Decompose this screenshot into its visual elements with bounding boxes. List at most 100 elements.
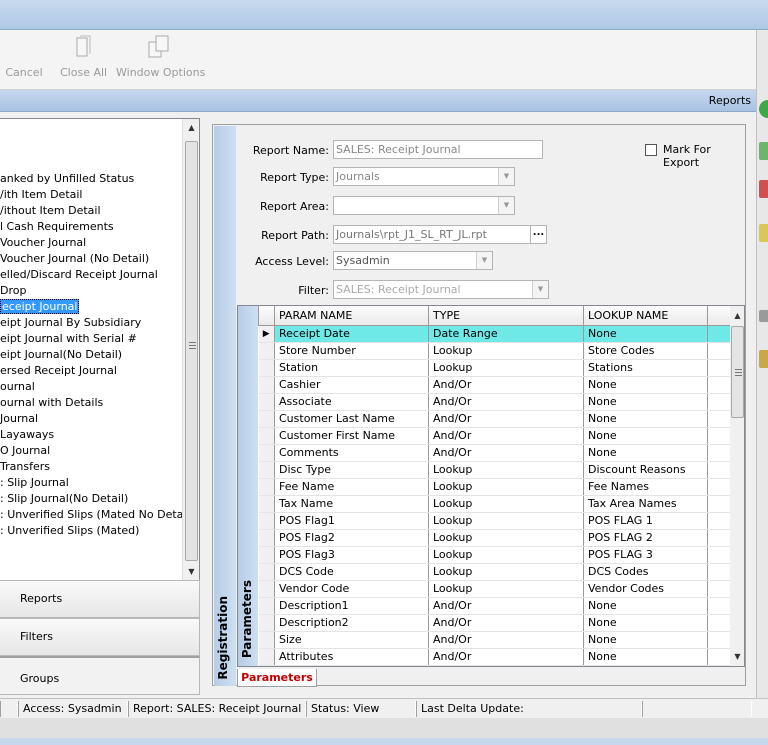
tree-item[interactable]: elled/Discard Receipt Journal [0,267,158,283]
filter-select[interactable]: SALES: Receipt Journal ▼ [333,280,549,299]
cell-param-name[interactable]: POS Flag1 [274,512,429,530]
cell-param-name[interactable]: Size [274,631,429,649]
cell-lookup-name[interactable]: None [583,648,708,666]
table-row[interactable]: Customer Last Name And/Or None [258,410,733,428]
green-circle-icon[interactable] [759,100,768,118]
table-row[interactable]: Vendor Code Lookup Vendor Codes [258,580,733,598]
report-type-select[interactable]: Journals ▼ [333,167,515,186]
row-indicator[interactable] [258,478,275,496]
row-indicator[interactable] [258,546,275,564]
row-indicator[interactable] [258,427,275,445]
cell-param-name[interactable]: Receipt Date [274,325,429,343]
tree-item[interactable]: Transfers [0,459,50,475]
tree-item[interactable]: : Slip Journal(No Detail) [0,491,128,507]
key-icon[interactable] [759,350,768,368]
scrollbar-thumb[interactable] [731,326,744,418]
tree-item[interactable]: ournal [0,379,35,395]
cell-lookup-name[interactable]: Fee Names [583,478,708,496]
cell-param-name[interactable]: Attributes [274,648,429,666]
parameters-grid[interactable]: Parameters PARAM NAME TYPE LOOKUP NAME ▶… [237,305,745,667]
cell-type[interactable]: Lookup [428,546,584,564]
tree-item[interactable]: O Journal [0,443,50,459]
cell-param-name[interactable]: Store Number [274,342,429,360]
table-row[interactable]: Customer First Name And/Or None [258,427,733,445]
cell-lookup-name[interactable]: None [583,444,708,462]
scrollbar-thumb[interactable] [185,141,198,561]
nav-reports-button[interactable]: Reports [0,580,200,618]
cell-param-name[interactable]: Tax Name [274,495,429,513]
cell-param-name[interactable]: POS Flag3 [274,546,429,564]
row-indicator[interactable] [258,359,275,377]
report-area-select[interactable]: ▼ [333,196,515,215]
row-indicator[interactable] [258,512,275,530]
tree-item[interactable]: Layaways [0,427,54,443]
nav-groups-button[interactable]: Groups [0,656,200,695]
table-row[interactable]: Cashier And/Or None [258,376,733,394]
table-row[interactable]: ▶ Receipt Date Date Range None [258,325,733,343]
tree-item[interactable]: : Unverified Slips (Mated) [0,523,139,539]
tree-scrollbar[interactable]: ▲ ▼ [182,119,199,581]
cell-param-name[interactable]: Station [274,359,429,377]
table-row[interactable]: Store Number Lookup Store Codes [258,342,733,360]
cell-param-name[interactable]: Customer First Name [274,427,429,445]
row-indicator[interactable] [258,563,275,581]
scroll-up-icon[interactable]: ▲ [187,123,196,132]
table-row[interactable]: Description2 And/Or None [258,614,733,632]
cell-type[interactable]: And/Or [428,648,584,666]
tree-item[interactable]: : Unverified Slips (Mated No Detail) [0,507,194,523]
tree-item[interactable]: eipt Journal By Subsidiary [0,315,141,331]
table-row[interactable]: Attributes And/Or None [258,648,733,666]
cell-lookup-name[interactable]: None [583,376,708,394]
table-row[interactable]: Fee Name Lookup Fee Names [258,478,733,496]
table-row[interactable]: DCS Code Lookup DCS Codes [258,563,733,581]
cell-lookup-name[interactable]: Store Codes [583,342,708,360]
table-row[interactable]: Description1 And/Or None [258,597,733,615]
table-row[interactable]: POS Flag2 Lookup POS FLAG 2 [258,529,733,547]
cell-param-name[interactable]: POS Flag2 [274,529,429,547]
cell-type[interactable]: And/Or [428,631,584,649]
table-row[interactable]: Tax Name Lookup Tax Area Names [258,495,733,513]
row-indicator[interactable] [258,342,275,360]
cell-lookup-name[interactable]: None [583,410,708,428]
cell-type[interactable]: Lookup [428,580,584,598]
table-row[interactable]: Size And/Or None [258,631,733,649]
cell-lookup-name[interactable]: None [583,614,708,632]
tab-parameters[interactable]: Parameters [237,669,317,687]
table-row[interactable]: POS Flag3 Lookup POS FLAG 3 [258,546,733,564]
cell-param-name[interactable]: Description2 [274,614,429,632]
tree-item[interactable]: ournal with Details [0,395,103,411]
cell-lookup-name[interactable]: Stations [583,359,708,377]
chevron-down-icon[interactable]: ▼ [498,168,514,185]
table-row[interactable]: Disc Type Lookup Discount Reasons [258,461,733,479]
tree-item[interactable]: anked by Unfilled Status [0,171,134,187]
tree-item[interactable]: Journal [0,411,38,427]
tree-item[interactable]: Drop [0,283,26,299]
cell-lookup-name[interactable]: Vendor Codes [583,580,708,598]
tree-item[interactable]: eceipt Journal [0,299,80,315]
current-row-arrow-icon[interactable]: ▶ [258,325,275,343]
mark-for-export-checkbox[interactable] [645,144,657,156]
cell-type[interactable]: And/Or [428,597,584,615]
row-indicator[interactable] [258,376,275,394]
cell-param-name[interactable]: Associate [274,393,429,411]
scroll-up-icon[interactable]: ▲ [733,311,742,320]
row-indicator[interactable] [258,410,275,428]
cell-param-name[interactable]: Comments [274,444,429,462]
chevron-down-icon[interactable]: ▼ [532,281,548,298]
row-indicator[interactable] [258,614,275,632]
cell-param-name[interactable]: Cashier [274,376,429,394]
tree-item[interactable]: eipt Journal(No Detail) [0,347,122,363]
tree-item[interactable]: Voucher Journal [0,235,86,251]
cell-lookup-name[interactable]: None [583,631,708,649]
cell-lookup-name[interactable]: POS FLAG 3 [583,546,708,564]
chevron-down-icon[interactable]: ▼ [498,197,514,214]
tool-icon[interactable] [759,310,768,322]
table-row[interactable]: Comments And/Or None [258,444,733,462]
cancel-button[interactable]: Cancel [4,34,44,86]
tree-item[interactable]: : Slip Journal [0,475,69,491]
cell-type[interactable]: Lookup [428,495,584,513]
cell-type[interactable]: And/Or [428,444,584,462]
cell-type[interactable]: Lookup [428,478,584,496]
tree-item[interactable]: eipt Journal with Serial # [0,331,137,347]
report-path-field[interactable]: Journals\rpt_J1_SL_RT_JL.rpt ... [333,225,547,244]
